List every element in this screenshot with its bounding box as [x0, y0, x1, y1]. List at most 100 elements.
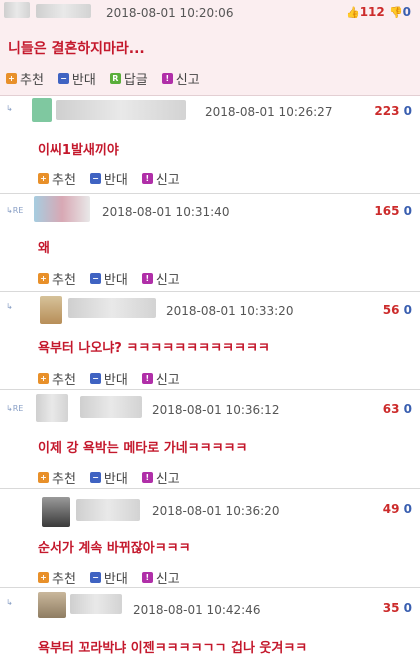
commenter-name-blurred[interactable]: [68, 298, 156, 318]
comment-text: 욕부터 꼬라박냐 이젠ㅋㅋㅋㅋㄱㄱ 겁나 웃겨ㅋㅋ: [38, 641, 308, 656]
report-button[interactable]: ! 신고: [161, 69, 200, 88]
plus-icon: +: [38, 173, 49, 184]
comment-vote-count: 35 0: [383, 601, 412, 615]
comment-date: 2018-08-01 10:36:12: [152, 403, 280, 417]
reply-button[interactable]: R 답글: [109, 69, 148, 88]
comment-item: ↳RE 2018-08-01 10:31:40 165 0 왜 + 추천 − 반대 …: [0, 194, 420, 292]
recommend-label: 추천: [20, 73, 44, 88]
comment-up-count: 165: [374, 204, 400, 218]
report-label: 신고: [155, 173, 180, 188]
re-label: RE: [12, 404, 24, 413]
comment-down-count: 0: [403, 502, 412, 516]
comment-actions: + 추천 − 반대 ! 신고: [38, 568, 180, 587]
post-actions: + 추천 − 반대 R 답글 ! 신고: [6, 69, 200, 88]
comment-actions: + 추천 − 반대 ! 신고: [38, 169, 180, 188]
recommend-button[interactable]: + 추천: [38, 468, 76, 487]
report-button[interactable]: ! 신고: [141, 568, 180, 587]
comment-text: 이제 강 욕박는 메타로 가네ㅋㅋㅋㅋㅋ: [38, 441, 248, 456]
author-name-blurred[interactable]: [36, 4, 91, 18]
oppose-button[interactable]: − 반대: [89, 568, 128, 587]
comment-item: ↳ 2018-08-01 10:26:27 223 0 이씨1발새끼야 + 추천 …: [0, 96, 420, 194]
recommend-label: 추천: [52, 472, 76, 487]
oppose-button[interactable]: − 반대: [57, 69, 96, 88]
thumb-up-icon[interactable]: 👍: [346, 6, 360, 19]
recommend-label: 추천: [52, 173, 76, 188]
report-button[interactable]: ! 신고: [141, 468, 180, 487]
comment-vote-count: 63 0: [383, 402, 412, 416]
oppose-label: 반대: [71, 73, 96, 88]
comment-text: 욕부터 나오냐? ㅋㅋㅋㅋㅋㅋㅋㅋㅋㅋㅋㅋ: [38, 341, 270, 356]
author-avatar[interactable]: [4, 2, 30, 18]
re-label: RE: [12, 206, 24, 215]
recommend-button[interactable]: + 추천: [38, 568, 76, 587]
minus-icon: −: [57, 73, 69, 84]
oppose-label: 반대: [103, 173, 128, 188]
oppose-label: 반대: [103, 273, 128, 288]
reply-arrow-icon: ↳: [6, 104, 13, 113]
recommend-label: 추천: [52, 273, 76, 288]
recommend-label: 추천: [52, 572, 76, 587]
report-label: 신고: [155, 373, 180, 388]
commenter-avatar[interactable]: [40, 296, 62, 324]
comment-actions: + 추천 − 반대 ! 신고: [38, 269, 180, 288]
recommend-button[interactable]: + 추천: [38, 169, 76, 188]
recommend-button[interactable]: + 추천: [38, 269, 76, 288]
oppose-button[interactable]: − 반대: [89, 169, 128, 188]
comment-vote-count: 223 0: [374, 104, 412, 118]
report-icon: !: [141, 472, 153, 483]
comment-up-count: 49: [382, 502, 400, 516]
report-button[interactable]: ! 신고: [141, 169, 180, 188]
commenter-name-blurred[interactable]: [56, 100, 186, 120]
oppose-button[interactable]: − 반대: [89, 369, 128, 388]
commenter-avatar[interactable]: [34, 196, 90, 222]
oppose-button[interactable]: − 반대: [89, 269, 128, 288]
plus-icon: +: [38, 273, 49, 284]
comment-date: 2018-08-01 10:36:20: [152, 504, 280, 518]
oppose-label: 반대: [103, 472, 128, 487]
comment-text: 순서가 계속 바뀌잖아ㅋㅋㅋ: [38, 541, 191, 556]
comment-down-count: 0: [403, 601, 412, 615]
comment-date: 2018-08-01 10:26:27: [205, 105, 333, 119]
minus-icon: −: [89, 572, 101, 583]
reply-arrow-icon: ↳RE: [6, 206, 24, 215]
post-up-count: 112: [359, 5, 385, 19]
report-button[interactable]: ! 신고: [141, 369, 180, 388]
comment-up-count: 35: [382, 601, 400, 615]
post-vote-count: 👍112 👎0: [346, 5, 411, 19]
comment-up-count: 63: [382, 402, 400, 416]
comment-down-count: 0: [403, 402, 412, 416]
recommend-label: 추천: [52, 373, 76, 388]
reply-arrow-icon: ↳: [6, 598, 13, 607]
comment-text: 이씨1발새끼야: [38, 143, 119, 158]
report-icon: !: [161, 73, 173, 84]
report-button[interactable]: ! 신고: [141, 269, 180, 288]
commenter-name-blurred[interactable]: [76, 499, 140, 521]
report-icon: !: [141, 373, 153, 384]
oppose-button[interactable]: − 반대: [89, 468, 128, 487]
comment-actions: + 추천 − 반대 ! 신고: [38, 468, 180, 487]
comment-item: ↳ 2018-08-01 10:42:46 35 0 욕부터 꼬라박냐 이젠ㅋㅋ…: [0, 588, 420, 666]
commenter-name-blurred[interactable]: [70, 594, 122, 614]
post-title: 니들은 결혼하지마라...: [8, 41, 145, 57]
comment-up-count: 223: [374, 104, 400, 118]
comment-item: 2018-08-01 10:36:20 49 0 순서가 계속 바뀌잖아ㅋㅋㅋ …: [0, 489, 420, 588]
reply-label: 답글: [123, 73, 148, 88]
commenter-avatar[interactable]: [36, 394, 68, 422]
thumb-down-icon[interactable]: 👎: [389, 6, 403, 19]
commenter-avatar[interactable]: [42, 497, 70, 527]
report-label: 신고: [155, 572, 180, 587]
report-icon: !: [141, 572, 153, 583]
comment-item: ↳ 2018-08-01 10:33:20 56 0 욕부터 나오냐? ㅋㅋㅋㅋ…: [0, 292, 420, 390]
commenter-avatar[interactable]: [38, 592, 66, 618]
post-down-count: 0: [402, 5, 412, 19]
plus-icon: +: [38, 472, 49, 483]
recommend-button[interactable]: + 추천: [38, 369, 76, 388]
recommend-button[interactable]: + 추천: [6, 69, 44, 88]
minus-icon: −: [89, 373, 101, 384]
comment-down-count: 0: [403, 204, 412, 218]
report-label: 신고: [155, 472, 180, 487]
commenter-avatar[interactable]: [32, 98, 52, 122]
comment-text: 왜: [38, 241, 50, 256]
commenter-name-blurred[interactable]: [80, 396, 142, 418]
comment-actions: + 추천 − 반대 ! 신고: [38, 369, 180, 388]
